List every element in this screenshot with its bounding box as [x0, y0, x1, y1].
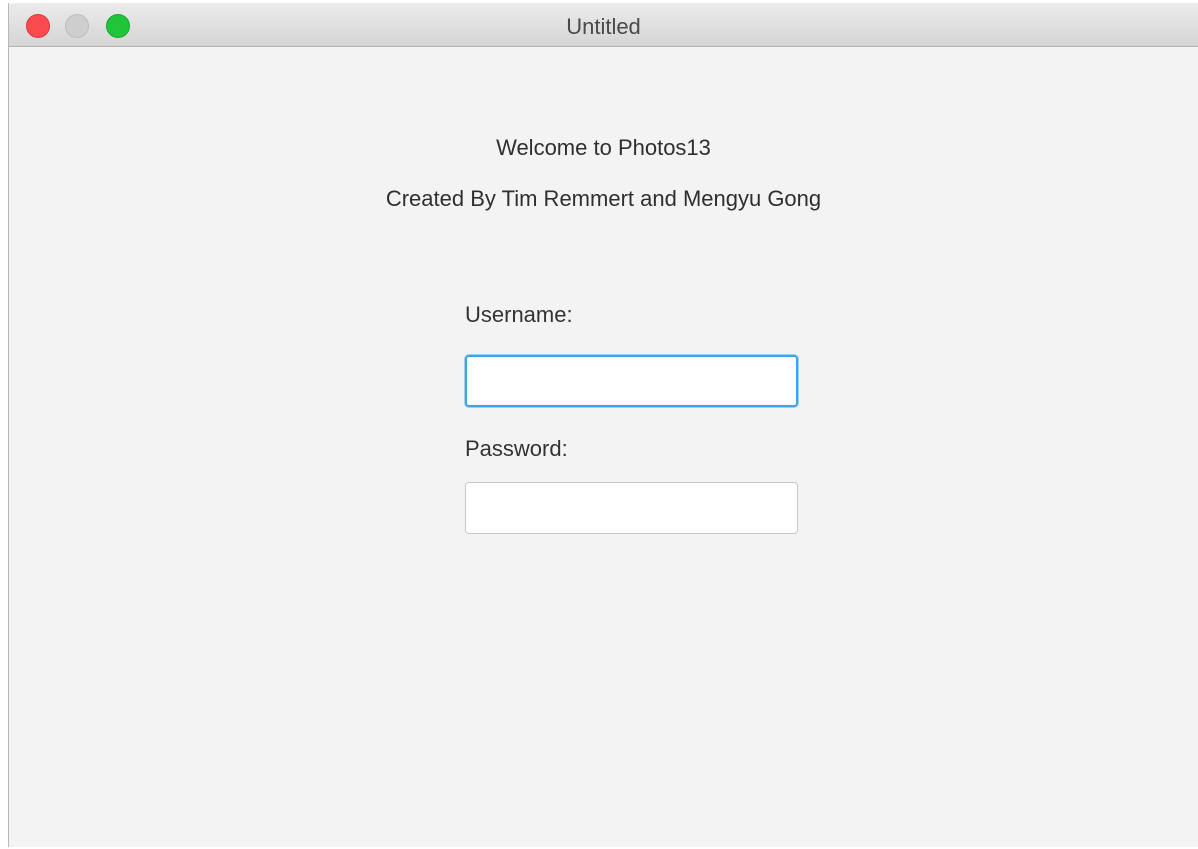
username-input[interactable]: [465, 355, 798, 407]
app-window: Untitled Welcome to Photos13 Created By …: [8, 3, 1198, 847]
password-input[interactable]: [465, 482, 798, 534]
password-label: Password:: [465, 436, 568, 461]
welcome-text: Welcome to Photos13: [496, 135, 711, 160]
window-title: Untitled: [566, 14, 641, 39]
credits-text: Created By Tim Remmert and Mengyu Gong: [385, 186, 822, 211]
title-bar[interactable]: Untitled: [9, 3, 1198, 47]
username-label: Username:: [465, 302, 573, 327]
